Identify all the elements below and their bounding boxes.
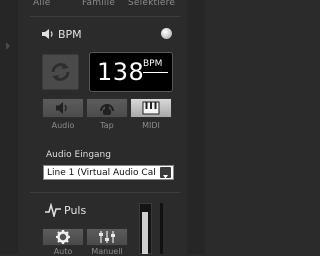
midi-mode-label: MIDI bbox=[142, 121, 160, 130]
piano-keys-icon bbox=[142, 101, 160, 115]
tab-alle[interactable]: Alle bbox=[33, 0, 51, 8]
audio-mode-button[interactable] bbox=[42, 98, 84, 118]
auto-pulse-label: Auto bbox=[53, 247, 73, 256]
bpm-unit: BPM bbox=[143, 59, 163, 69]
sliders-icon bbox=[99, 231, 115, 243]
audio-input-value: Line 1 (Virtual Audio Cable) bbox=[47, 168, 155, 178]
manual-pulse-label: Manuell bbox=[91, 247, 123, 256]
speaker-icon bbox=[42, 29, 53, 39]
audio-mode-label: Audio bbox=[51, 121, 75, 130]
left-side-strip bbox=[0, 0, 18, 254]
dropdown-arrow-icon[interactable] bbox=[160, 167, 171, 179]
tab-familie[interactable]: Familie bbox=[82, 0, 115, 8]
divider bbox=[30, 192, 180, 193]
pulse-wave-icon bbox=[45, 203, 61, 217]
tap-mode-label: Tap bbox=[100, 121, 114, 130]
bpm-value: 138 bbox=[97, 58, 145, 86]
tap-hand-icon bbox=[100, 104, 114, 115]
speaker-icon bbox=[56, 102, 67, 114]
bpm-unit-underline bbox=[143, 72, 168, 73]
sync-button[interactable] bbox=[42, 54, 79, 90]
tab-selektiere[interactable]: Selektiere bbox=[128, 0, 175, 8]
tap-mode-button[interactable] bbox=[86, 98, 128, 118]
manual-pulse-button[interactable] bbox=[86, 228, 128, 246]
bpm-display: 138 BPM bbox=[89, 52, 173, 92]
divider bbox=[30, 16, 180, 17]
audio-input-label: Audio Eingang bbox=[46, 150, 111, 160]
bpm-section-title: BPM bbox=[58, 28, 82, 41]
bpm-toggle[interactable] bbox=[161, 28, 172, 39]
auto-pulse-button[interactable] bbox=[42, 228, 84, 246]
expand-arrow-icon[interactable] bbox=[6, 42, 10, 50]
pulse-section-title: Puls bbox=[64, 204, 87, 217]
right-scrollbar[interactable] bbox=[187, 0, 205, 254]
sync-icon bbox=[51, 63, 70, 81]
pulse-track bbox=[160, 203, 163, 254]
midi-mode-button[interactable] bbox=[130, 98, 172, 118]
pulse-level-fill[interactable] bbox=[142, 212, 148, 254]
audio-input-select[interactable]: Line 1 (Virtual Audio Cable) bbox=[43, 165, 174, 180]
gear-icon bbox=[56, 230, 70, 244]
